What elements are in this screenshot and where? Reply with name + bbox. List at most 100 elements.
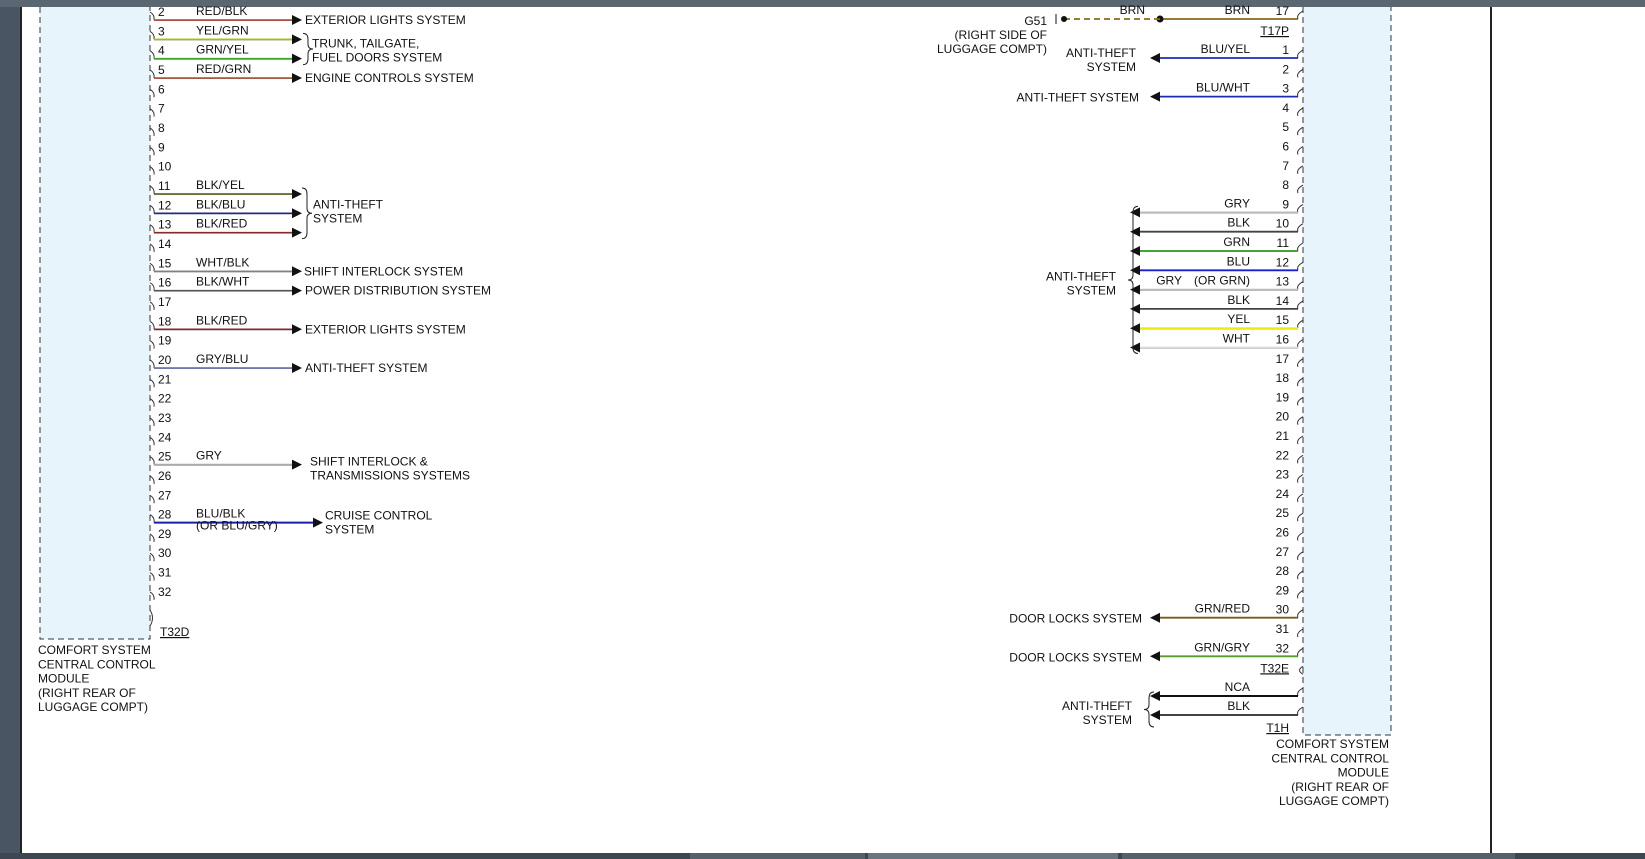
arrow-right-9	[1130, 207, 1140, 218]
pin-scallop	[1297, 589, 1304, 599]
left-wire-label-11: BLK/YEL	[196, 178, 245, 192]
right-pin-number-20: 20	[1276, 410, 1290, 424]
left-pin-number-24: 24	[158, 430, 172, 444]
left-wire-label-20: GRY/BLU	[196, 352, 248, 366]
arrow-11	[292, 188, 302, 199]
left-system-label: EXTERIOR LIGHTS SYSTEM	[305, 13, 466, 27]
pin-scallop	[149, 340, 155, 349]
pin-scallop	[1297, 242, 1304, 252]
right-wire-label-17: BRN	[1225, 3, 1250, 17]
arrow-15	[292, 266, 302, 277]
right-wire-label-14: BLK	[1227, 293, 1250, 307]
arrow-28	[313, 517, 323, 528]
pin-scallop	[149, 11, 155, 21]
left-pin-number-11: 11	[158, 179, 171, 193]
left-wire-label-4: GRN/YEL	[196, 43, 249, 57]
left-pin-number-2: 2	[158, 5, 165, 19]
left-pin-number-7: 7	[158, 102, 165, 116]
right-pin-number-24: 24	[1276, 487, 1290, 501]
right-wire-label-30: GRN/RED	[1195, 602, 1251, 616]
left-system-label: TRANSMISSIONS SYSTEMS	[310, 469, 470, 483]
pin-scallop	[1297, 416, 1304, 425]
left-pin-number-14: 14	[158, 237, 172, 251]
left-wire-label-25: GRY	[196, 449, 222, 463]
pin-scallop	[149, 50, 155, 59]
pin-scallop	[149, 436, 155, 446]
arrow-16	[292, 285, 302, 296]
right-system-label: ANTI-THEFT SYSTEM	[1017, 91, 1139, 105]
pin-scallop	[1297, 88, 1304, 97]
right-pin-number-25: 25	[1276, 506, 1290, 520]
pin-scallop	[1297, 281, 1304, 290]
pin-scallop	[149, 243, 155, 253]
left-wire-label-12: BLK/BLU	[196, 197, 245, 211]
left-pin-number-9: 9	[158, 140, 165, 154]
pin-scallop	[1297, 396, 1304, 406]
arrow-right-16	[1130, 342, 1140, 353]
pin-scallop	[149, 359, 155, 369]
arrow-right-11	[1130, 246, 1140, 256]
right-pin-number-10: 10	[1276, 217, 1290, 231]
right-connector-t17p: T17P	[1260, 24, 1289, 38]
right-pin-number-28: 28	[1276, 564, 1290, 578]
left-system-label: EXTERIOR LIGHTS SYSTEM	[305, 322, 466, 336]
left-system-label: ENGINE CONTROLS SYSTEM	[305, 71, 474, 85]
right-pin-number-15: 15	[1276, 313, 1290, 327]
arrow-4	[292, 53, 302, 64]
left-pin-number-5: 5	[158, 63, 165, 77]
right-pin-number-16: 16	[1276, 333, 1290, 347]
right-wire-label-13: GRY	[1156, 274, 1182, 288]
pin-scallop	[1297, 203, 1304, 213]
pin-scallop	[1297, 512, 1304, 522]
right-pin-number-29: 29	[1276, 583, 1290, 597]
pin-scallop	[149, 533, 155, 543]
arrow-right-3	[1150, 91, 1160, 102]
pin-scallop	[1297, 49, 1304, 59]
right-pin-number-30: 30	[1276, 603, 1290, 617]
right-pin-number-6: 6	[1282, 140, 1289, 154]
pin-scallop	[149, 301, 155, 311]
left-pin-number-8: 8	[158, 121, 165, 135]
left-pin-number-12: 12	[158, 198, 172, 212]
right-module-box-fill	[1303, 7, 1391, 735]
pin-scallop	[1297, 319, 1304, 329]
left-system-label: FUEL DOORS SYSTEM	[312, 50, 442, 64]
pin-scallop	[149, 146, 155, 156]
arrow-right-30	[1150, 612, 1160, 623]
right-pin-number-9: 9	[1282, 197, 1289, 211]
right-pin-number-3: 3	[1282, 82, 1289, 96]
arrow-right-1	[1150, 53, 1160, 63]
right-wire-label-16: WHT	[1223, 332, 1251, 346]
left-pin-number-21: 21	[158, 372, 172, 386]
pin-scallop	[1297, 68, 1304, 78]
right-wire-label-12: BLU	[1227, 254, 1250, 268]
pin-scallop	[149, 262, 155, 272]
right-system-label: ANTI-THEFT	[1046, 269, 1117, 283]
arrow-right-32	[1150, 651, 1160, 662]
ground-location-note: (RIGHT SIDE OF	[955, 28, 1047, 42]
left-system-label: SHIFT INTERLOCK &	[310, 455, 428, 469]
pin-scallop	[149, 185, 155, 195]
left-system-label: POWER DISTRIBUTION SYSTEM	[305, 284, 491, 298]
right-pin-number-17: 17	[1276, 352, 1290, 366]
right-pin-number-22: 22	[1276, 448, 1290, 462]
pin-scallop	[149, 572, 155, 581]
left-pin-number-15: 15	[158, 256, 172, 270]
pin-scallop	[1297, 223, 1304, 232]
pin-scallop	[149, 204, 155, 214]
ground-id: G51	[1024, 14, 1047, 28]
right-pin-number-17: 17	[1276, 4, 1290, 18]
left-pin-number-28: 28	[158, 508, 172, 522]
right-t1h-system-label: SYSTEM	[1083, 713, 1132, 727]
pin-scallop	[1299, 665, 1304, 675]
left-system-label: ANTI-THEFT SYSTEM	[305, 361, 427, 375]
arrow-25	[292, 459, 302, 470]
left-system-label: SYSTEM	[325, 523, 374, 537]
right-system-label: DOOR LOCKS SYSTEM	[1009, 612, 1142, 626]
left-wire-label-16: BLK/WHT	[196, 275, 250, 289]
left-pin-number-19: 19	[158, 334, 172, 348]
arrow-right-10	[1130, 226, 1140, 237]
pin-scallop	[149, 378, 155, 388]
pin-scallop	[1297, 551, 1304, 561]
pin-scallop	[149, 456, 155, 465]
